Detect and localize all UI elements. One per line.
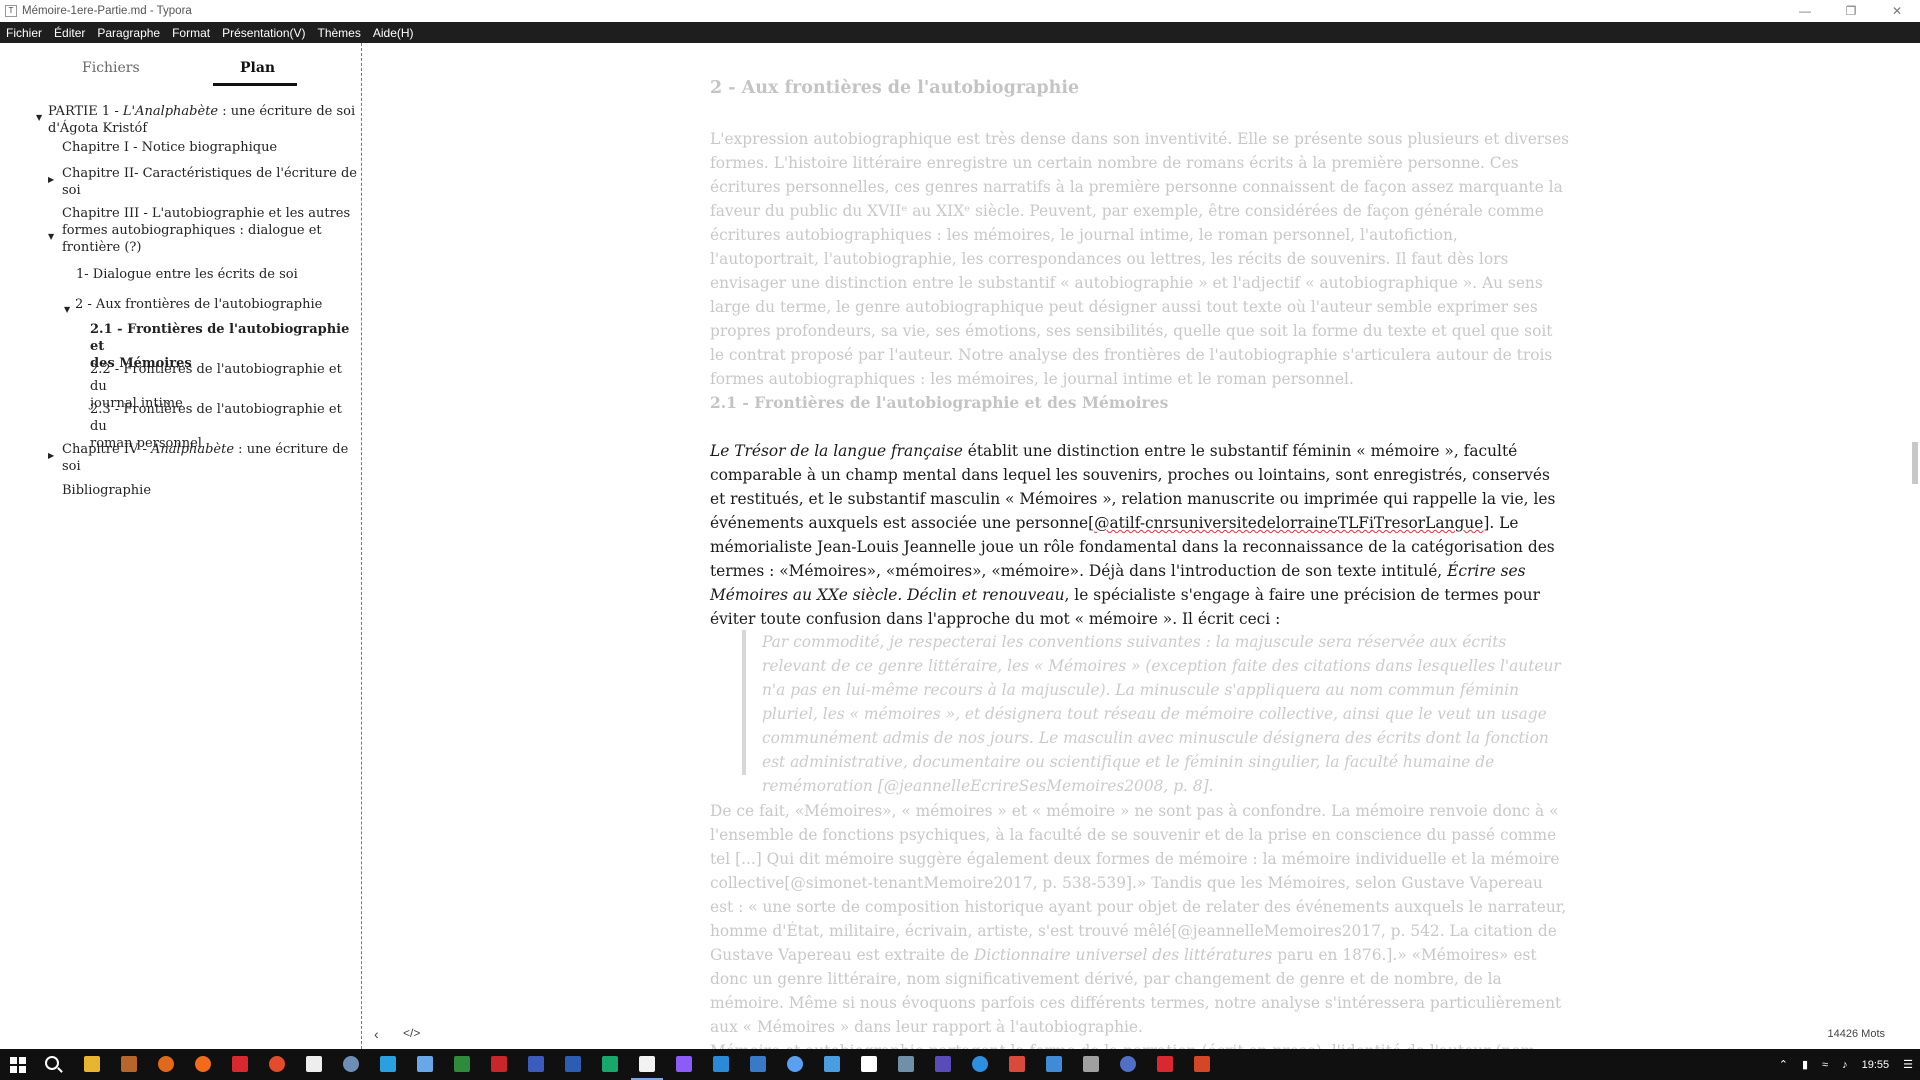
monitor-icon[interactable]: [1083, 1056, 1099, 1072]
firefox-icon[interactable]: [195, 1056, 211, 1072]
source-code-mode-icon[interactable]: </>: [403, 1026, 420, 1040]
brave-browser-icon[interactable]: [158, 1056, 174, 1072]
outline-item-ch4[interactable]: ▶ Chapitre IV - Analphabète : une écritu…: [48, 441, 348, 475]
chevron-up-icon[interactable]: ⌃: [1779, 1058, 1788, 1071]
close-icon[interactable]: ✕: [1874, 0, 1920, 22]
file-explorer-icon[interactable]: [84, 1056, 100, 1072]
vivaldi-icon-2[interactable]: [1157, 1056, 1173, 1072]
paragraph-focused[interactable]: Le Trésor de la langue française établit…: [710, 439, 1570, 631]
citation-key: @atilf-cnrsuniversitedelorraineTLFiTreso…: [1094, 514, 1484, 532]
tab-outline[interactable]: Plan: [240, 60, 275, 76]
word-icon[interactable]: [565, 1056, 581, 1072]
scrollbar-thumb[interactable]: [1912, 442, 1918, 484]
library-app-icon[interactable]: [121, 1056, 137, 1072]
menu-fichier[interactable]: Fichier: [0, 26, 48, 40]
app-icon-k[interactable]: [602, 1056, 618, 1072]
powerpoint-icon[interactable]: [1194, 1056, 1210, 1072]
typora-taskbar-icon[interactable]: [631, 1056, 663, 1080]
typora-app-icon: T: [5, 5, 17, 17]
app-icon-home[interactable]: [417, 1056, 433, 1072]
app-icon-diamond[interactable]: [380, 1056, 396, 1072]
volume-icon[interactable]: ♪: [1842, 1059, 1848, 1071]
sidebar: Fichiers Plan ▼ PARTIE 1 - L'Analphabète…: [0, 43, 362, 1049]
window-controls: — ❐ ✕: [1782, 0, 1920, 22]
clock[interactable]: 19:55: [1862, 1059, 1890, 1071]
search-icon[interactable]: [45, 1056, 59, 1070]
outline-item-ch1[interactable]: Chapitre I - Notice biographique: [62, 139, 277, 156]
sidebar-tabs: Fichiers Plan: [0, 43, 361, 88]
app-icon-orange[interactable]: [269, 1056, 285, 1072]
heading-2: 2 - Aux frontières de l'autobiographie: [710, 78, 1080, 98]
battery-icon[interactable]: ▮: [1802, 1058, 1808, 1071]
zotero-icon[interactable]: [491, 1056, 507, 1072]
paragraph-intro: L'expression autobiographique est très d…: [710, 130, 1570, 388]
minimize-icon[interactable]: —: [1782, 0, 1828, 22]
collapsed-triangle-icon[interactable]: ▶: [48, 447, 54, 464]
document-icon[interactable]: [861, 1056, 877, 1072]
wifi-icon[interactable]: ≈: [1822, 1059, 1828, 1071]
app-icon-gear[interactable]: [898, 1056, 914, 1072]
outline-item-ch2[interactable]: ▶ Chapitre II- Caractéristiques de l'écr…: [48, 165, 357, 199]
heading-2-1: 2.1 - Frontières de l'autobiographie et …: [710, 393, 1169, 412]
calendar-icon[interactable]: [824, 1056, 840, 1072]
restore-icon[interactable]: ❐: [1828, 0, 1874, 22]
app-icon-shield[interactable]: [787, 1056, 803, 1072]
outline-item-bibliographie[interactable]: Bibliographie: [62, 482, 151, 499]
expanded-triangle-icon[interactable]: ▼: [64, 301, 70, 318]
app-icon-globe[interactable]: [343, 1056, 359, 1072]
menu-presentation[interactable]: Présentation(V): [216, 26, 311, 40]
outline-item-ch3[interactable]: ▼ Chapitre III - L'autobiographie et les…: [48, 205, 350, 256]
paragraph-memoires: De ce fait, «Mémoires», « mémoires » et …: [710, 802, 1567, 1036]
collapsed-triangle-icon[interactable]: ▶: [48, 171, 54, 188]
tab-files[interactable]: Fichiers: [82, 60, 140, 76]
active-tab-indicator: [213, 83, 297, 86]
outline-item-partie1[interactable]: ▼ PARTIE 1 - L'Analphabète : une écritur…: [36, 103, 355, 137]
app-icon-grid[interactable]: [1046, 1056, 1062, 1072]
menu-paragraphe[interactable]: Paragraphe: [91, 26, 166, 40]
app-icon-eye[interactable]: [972, 1056, 988, 1072]
windows-taskbar: ⌃ ▮ ≈ ♪ 19:55 ☰: [0, 1049, 1920, 1080]
menu-bar: Fichier Éditer Paragraphe Format Présent…: [0, 22, 1920, 43]
app-icon-w[interactable]: [528, 1056, 544, 1072]
menu-editer[interactable]: Éditer: [48, 26, 91, 40]
teams-icon[interactable]: [935, 1056, 951, 1072]
app-icon-purple[interactable]: [676, 1056, 692, 1072]
expanded-triangle-icon[interactable]: ▼: [48, 228, 54, 245]
app-icon-round-blue[interactable]: [1120, 1056, 1136, 1072]
outline-item-dialogue[interactable]: 1- Dialogue entre les écrits de soi: [76, 266, 298, 283]
menu-format[interactable]: Format: [166, 26, 216, 40]
title-bar: T Mémoire-1ere-Partie.md - Typora — ❐ ✕: [0, 0, 1920, 22]
photos-icon[interactable]: [1009, 1056, 1025, 1072]
status-footer: ‹ </> 14426 Mots: [363, 1020, 1920, 1048]
vscode-icon[interactable]: [713, 1056, 729, 1072]
window-title: Mémoire-1ere-Partie.md - Typora: [22, 5, 192, 17]
system-tray: ⌃ ▮ ≈ ♪ 19:55 ☰: [1772, 1049, 1920, 1080]
bookmark-app-icon[interactable]: [306, 1056, 322, 1072]
notification-icon[interactable]: ☰: [1903, 1058, 1913, 1071]
menu-themes[interactable]: Thèmes: [311, 26, 366, 40]
expanded-triangle-icon[interactable]: ▼: [36, 109, 42, 126]
vivaldi-icon[interactable]: [232, 1056, 248, 1072]
windows-start-icon[interactable]: [10, 1057, 26, 1073]
app-icon-blue-square[interactable]: [750, 1056, 766, 1072]
word-count[interactable]: 14426 Mots: [1828, 1028, 1885, 1040]
toggle-sidebar-icon[interactable]: ‹: [374, 1026, 379, 1042]
editor-pane[interactable]: 2 - Aux frontières de l'autobiographie L…: [363, 43, 1903, 1049]
menu-aide[interactable]: Aide(H): [367, 26, 420, 40]
outline-item-frontieres[interactable]: ▼ 2 - Aux frontières de l'autobiographie: [64, 296, 322, 314]
spreadsheet-app-icon[interactable]: [454, 1056, 470, 1072]
blockquote: Par commodité, je respecterai les conven…: [742, 630, 1564, 795]
